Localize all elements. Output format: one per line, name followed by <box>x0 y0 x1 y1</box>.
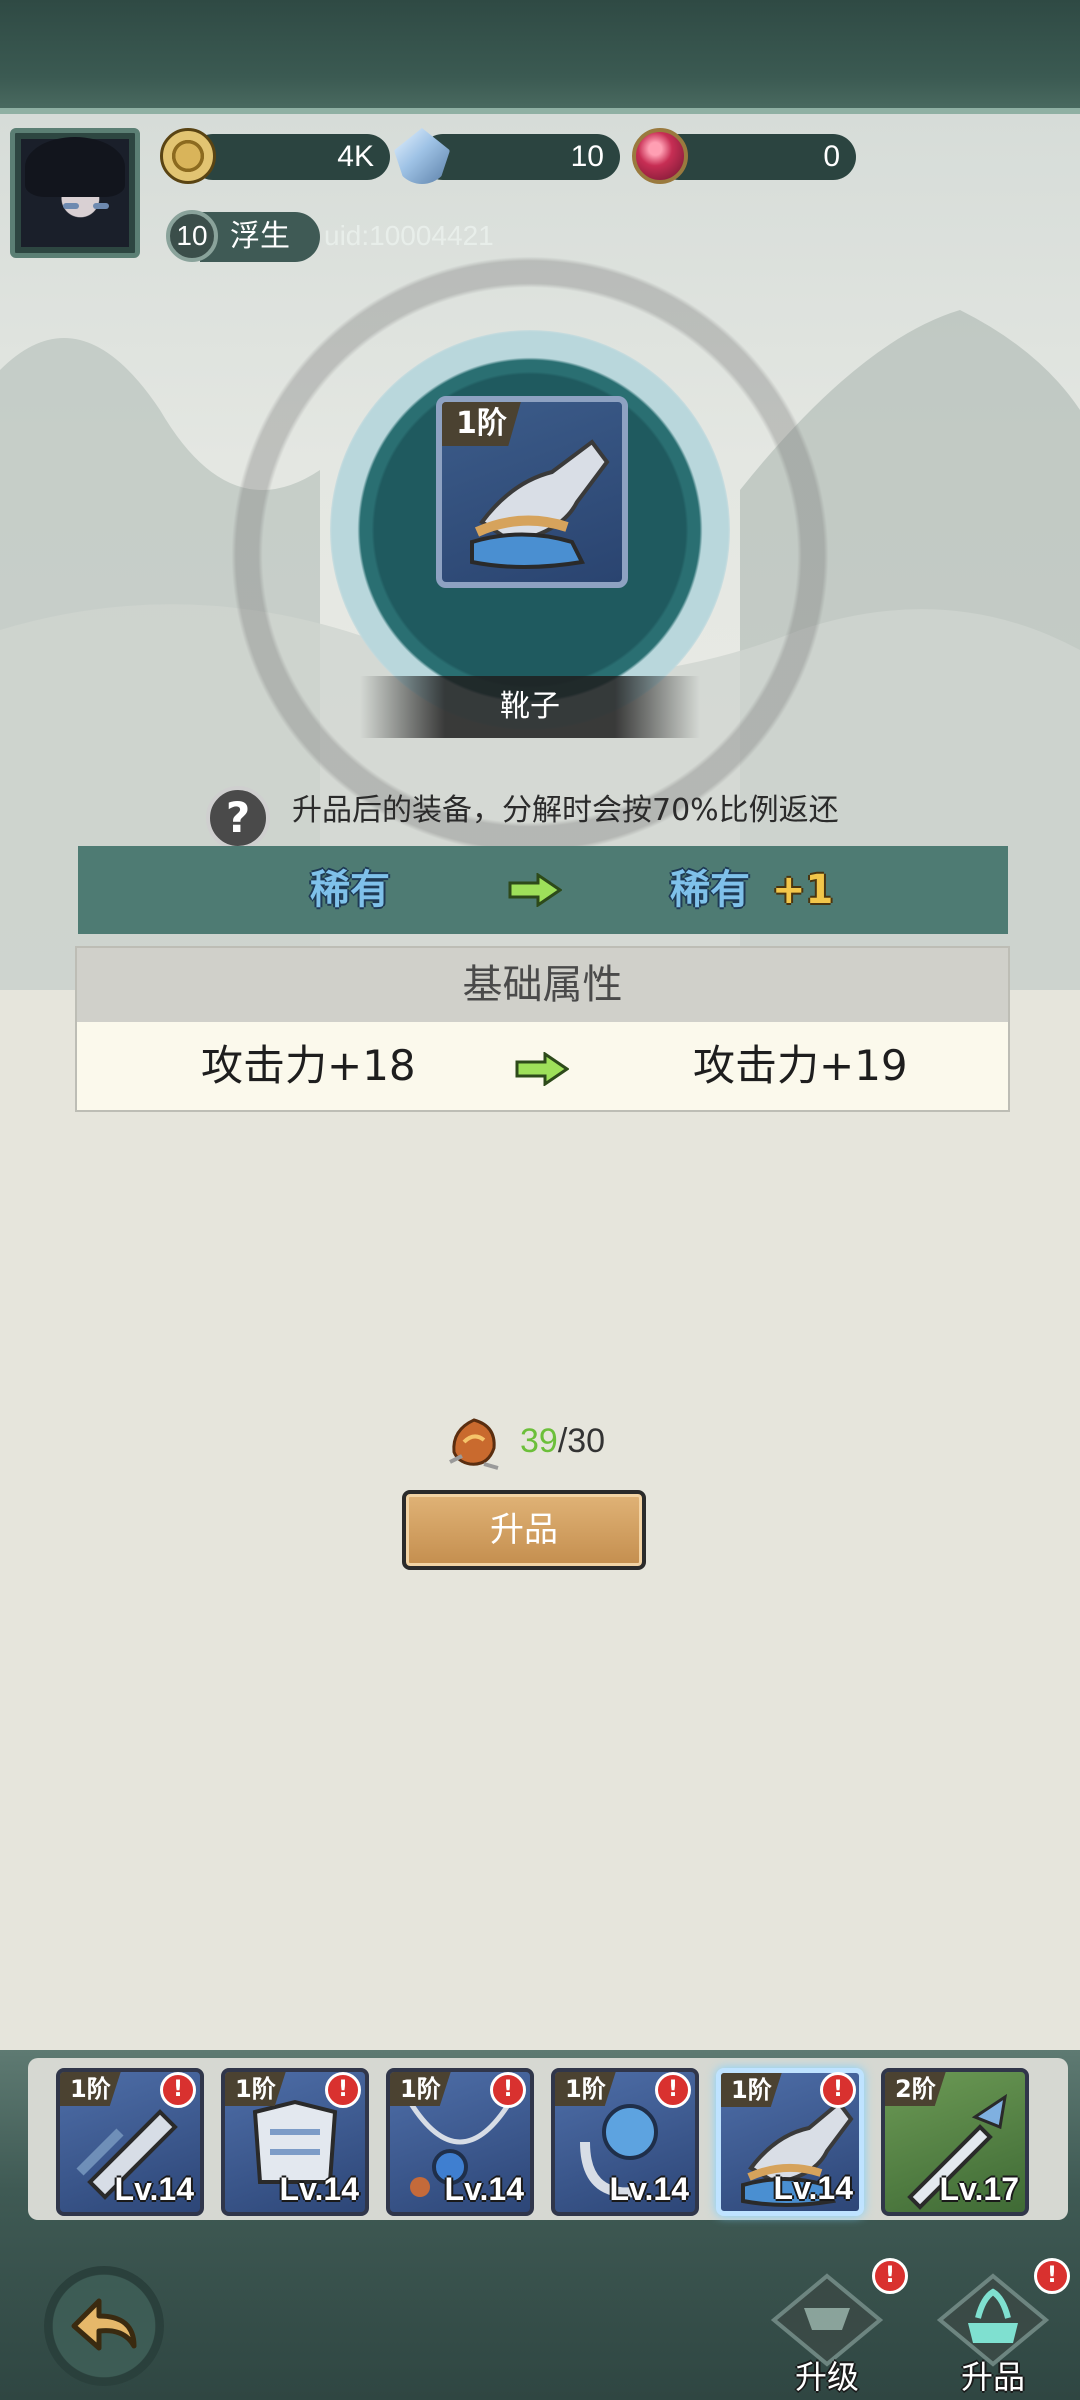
upgrade-material-icon <box>449 1418 499 1470</box>
tab-level-up-alert-icon: ! <box>872 2258 908 2294</box>
equipment-slot-6[interactable]: 2阶 Lv.17 <box>881 2068 1029 2216</box>
material-count: 39/30 <box>520 1422 606 1460</box>
slot-1-alert-icon: ! <box>160 2072 196 2108</box>
refund-note: 升品后的装备，分解时会按70%比例返还 <box>292 793 839 828</box>
crystal-amount: 10 <box>420 134 620 180</box>
player-name: 浮生 <box>200 212 320 262</box>
rarity-next-plus: +1 <box>772 867 834 913</box>
avatar[interactable] <box>10 128 140 258</box>
rarity-next: 稀有 <box>670 867 750 913</box>
orb-icon <box>632 128 688 184</box>
tab-level-up[interactable]: 升级 <box>762 2268 892 2400</box>
player-level-badge: 10 <box>166 210 218 262</box>
arrow-right-icon <box>508 873 562 907</box>
attribute-before: 攻击力+18 <box>201 1041 416 1090</box>
attribute-row: 攻击力+18 攻击力+19 <box>77 1022 1008 1110</box>
help-icon[interactable]: ? <box>206 786 270 850</box>
slot-2-alert-icon: ! <box>325 2072 361 2108</box>
rarity-banner: 稀有 稀有 +1 <box>78 846 1008 934</box>
attribute-header: 基础属性 <box>77 948 1008 1022</box>
slot-4-alert-icon: ! <box>655 2072 691 2108</box>
slot-5-alert-icon: ! <box>820 2072 856 2108</box>
tier-tag: 1阶 <box>442 402 521 446</box>
equipment-card[interactable]: 1阶 <box>436 396 628 588</box>
arrow-right-icon <box>515 1052 569 1086</box>
coin-icon <box>160 128 216 184</box>
back-arrow-icon <box>71 2298 137 2351</box>
attribute-table: 基础属性 攻击力+18 攻击力+19 <box>75 946 1010 1112</box>
slot-3-alert-icon: ! <box>490 2072 526 2108</box>
tab-promote-alert-icon: ! <box>1034 2258 1070 2294</box>
back-button[interactable] <box>44 2266 164 2386</box>
rarity-current: 稀有 <box>310 867 390 913</box>
coin-amount: 4K <box>190 134 390 180</box>
top-background <box>0 0 1080 110</box>
equipment-name: 靴子 <box>360 676 700 738</box>
upgrade-button[interactable]: 升品 <box>402 1490 646 1570</box>
attribute-after: 攻击力+19 <box>693 1041 908 1090</box>
